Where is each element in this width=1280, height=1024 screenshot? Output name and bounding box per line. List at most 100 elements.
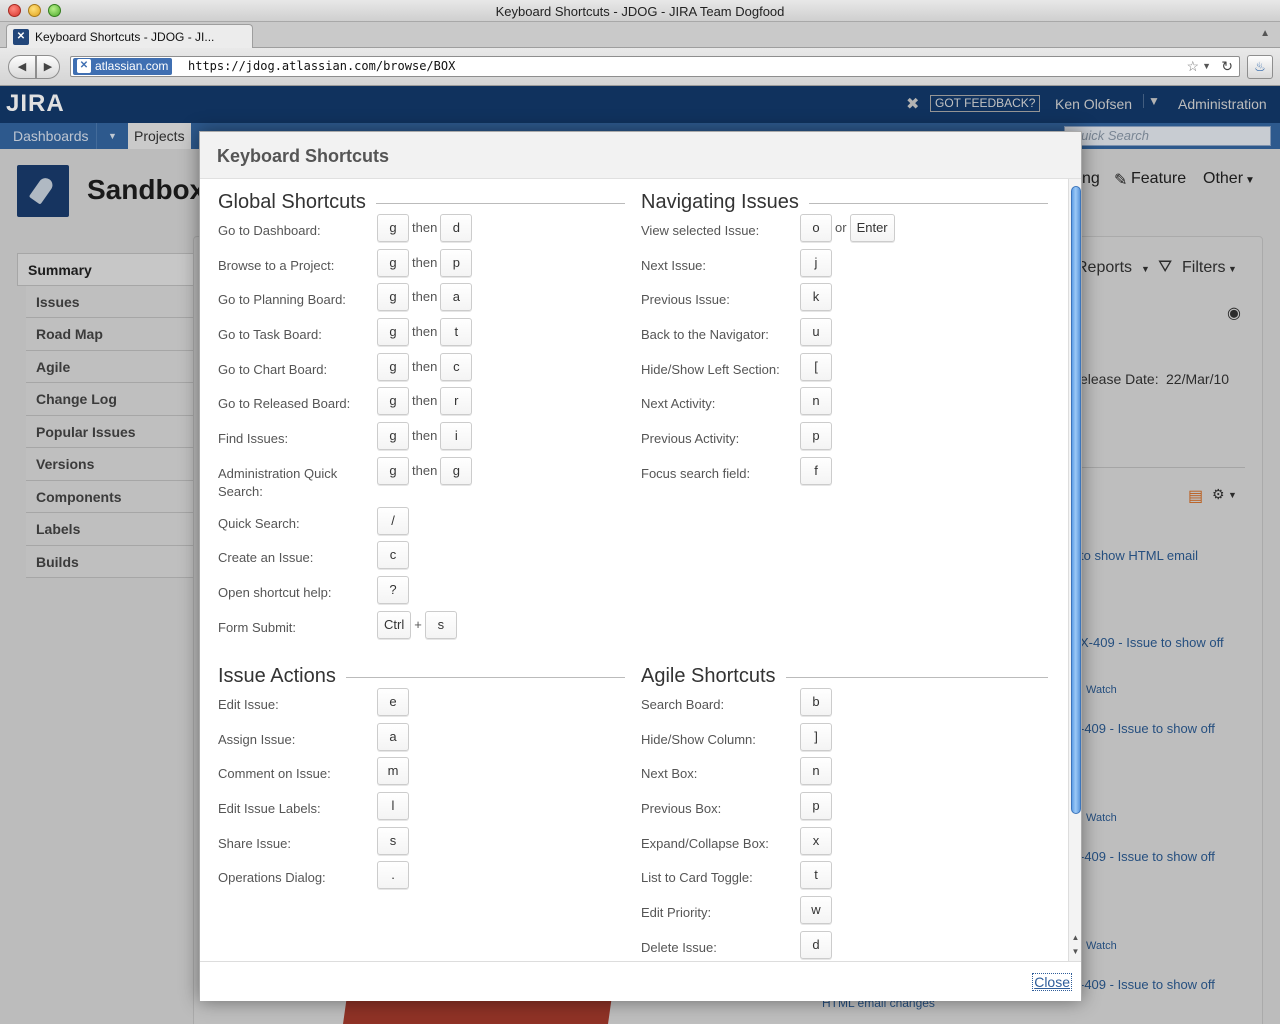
dialog-body[interactable]: Global Shortcuts Go to Dashboard: g then d B… (200, 179, 1068, 962)
url-text[interactable]: https://jdog.atlassian.com/browse/BOX (188, 59, 455, 73)
shortcut-label: Edit Priority: (641, 905, 712, 920)
forward-button[interactable]: ▶ (36, 55, 60, 79)
shortcut-keys: g then d (377, 214, 473, 242)
shortcut-label: Go to Released Board: (218, 396, 351, 411)
keycap: c (377, 541, 409, 569)
shortcut-keys: b (800, 688, 832, 716)
dialog-footer: Close (200, 961, 1081, 1001)
shortcut-keys: p (800, 422, 832, 450)
keycap: j (800, 249, 832, 277)
shortcut-keys: [ (800, 353, 832, 381)
star-icon[interactable]: ☆ (1186, 58, 1199, 75)
shortcut-keys: g then a (377, 283, 473, 311)
shortcut-keys: g then p (377, 249, 473, 277)
keycap: p (800, 422, 832, 450)
shortcut-label: Administration Quick Search: (218, 466, 338, 499)
shortcut-label: Back to the Navigator: (641, 327, 769, 342)
window-titlebar: Keyboard Shortcuts - JDOG - JIRA Team Do… (0, 0, 1280, 22)
keycap: i (440, 422, 473, 450)
url-history-dropdown-icon[interactable]: ▼ (1202, 61, 1211, 71)
back-button[interactable]: ◀ (8, 55, 36, 79)
keycap: . (377, 861, 409, 889)
shortcut-keys: l (377, 792, 409, 820)
shortcut-keys: o or Enter (800, 214, 895, 242)
shortcut-label: Expand/Collapse Box: (641, 836, 769, 851)
keycap: k (800, 283, 832, 311)
shortcut-label: Hide/Show Column: (641, 732, 756, 747)
keycap: p (440, 249, 473, 277)
shortcut-label: Edit Issue Labels: (218, 801, 321, 816)
tab-label: Keyboard Shortcuts - JDOG - JI... (35, 30, 215, 44)
jira-favicon-icon: ✕ (13, 29, 29, 45)
shortcut-keys: u (800, 318, 832, 346)
extension-button[interactable]: ♨ (1247, 55, 1273, 79)
keycap: c (440, 353, 473, 381)
keycap: e (377, 688, 409, 716)
keycap: [ (800, 353, 832, 381)
shortcut-label: Next Box: (641, 766, 698, 781)
site-favicon-icon: ✕ (77, 59, 91, 73)
scroll-down-arrow-icon[interactable]: ▼ (1070, 946, 1081, 958)
shortcut-label: Form Submit: (218, 620, 297, 635)
keycap: g (377, 387, 409, 415)
shortcut-keys: g then r (377, 387, 473, 415)
keycap: g (377, 457, 409, 485)
section-title: Issue Actions (218, 665, 346, 688)
scroll-up-arrow-icon[interactable]: ▲ (1070, 932, 1081, 944)
shortcut-label: Next Activity: (641, 396, 716, 411)
key-joiner: or (835, 220, 847, 235)
agile-shortcuts-section: Agile Shortcuts Search Board: b Hide/Show … (641, 665, 1048, 959)
shortcut-keys: s (377, 827, 409, 855)
keyboard-shortcuts-dialog: Keyboard Shortcuts Global Shortcuts Go t… (199, 131, 1082, 1001)
shortcut-keys: j (800, 249, 832, 277)
section-title: Navigating Issues (641, 191, 809, 214)
keycap: g (377, 353, 409, 381)
address-bar[interactable]: ✕ atlassian.com https://jdog.atlassian.c… (70, 56, 1240, 77)
shortcut-label: Go to Chart Board: (218, 362, 328, 377)
dialog-scrollbar[interactable]: ▲ ▼ (1068, 179, 1081, 961)
issue-actions-section: Issue Actions Edit Issue: e Assign Issue: a… (218, 665, 625, 889)
site-identity-button[interactable]: ✕ atlassian.com (73, 58, 173, 75)
keycap: s (377, 827, 409, 855)
shortcut-label: Delete Issue: (641, 940, 717, 955)
keycap: o (800, 214, 832, 242)
keycap: g (377, 318, 409, 346)
section-title: Agile Shortcuts (641, 665, 786, 688)
keycap: g (377, 283, 409, 311)
reload-icon[interactable]: ↻ (1221, 58, 1233, 75)
shortcut-keys: a (377, 723, 409, 751)
shortcut-keys: n (800, 757, 832, 785)
shortcut-keys: ? (377, 576, 409, 604)
keycap: p (800, 792, 832, 820)
shortcut-label: Go to Dashboard: (218, 223, 321, 238)
shortcut-label: Search Board: (641, 697, 725, 712)
shortcut-label: Next Issue: (641, 258, 707, 273)
keycap: g (440, 457, 473, 485)
shortcut-label: Quick Search: (218, 516, 300, 531)
window-title: Keyboard Shortcuts - JDOG - JIRA Team Do… (495, 4, 785, 19)
shortcut-keys: p (800, 792, 832, 820)
section-title: Global Shortcuts (218, 191, 376, 214)
shortcut-label: Open shortcut help: (218, 585, 332, 600)
shortcut-keys: n (800, 387, 832, 415)
browser-tabbar: ✕ Keyboard Shortcuts - JDOG - JI... ▲ (0, 22, 1280, 48)
keycap: a (377, 723, 409, 751)
keycap: x (800, 827, 832, 855)
close-button[interactable]: Close (1032, 973, 1072, 991)
keycap: t (440, 318, 473, 346)
shortcut-keys: m (377, 757, 409, 785)
browser-tab[interactable]: ✕ Keyboard Shortcuts - JDOG - JI... (6, 24, 253, 48)
tab-list-chevron-icon[interactable]: ▲ (1260, 28, 1270, 39)
shortcut-keys: t (800, 861, 832, 889)
shortcut-keys: Ctrl + s (377, 611, 457, 639)
shortcut-label: Edit Issue: (218, 697, 279, 712)
global-shortcuts-section: Global Shortcuts Go to Dashboard: g then d B… (218, 191, 625, 639)
key-joiner: then (412, 220, 438, 235)
keycap: / (377, 507, 409, 535)
keycap: d (440, 214, 473, 242)
scrollbar-thumb[interactable] (1071, 186, 1081, 814)
shortcut-label: Browse to a Project: (218, 258, 335, 273)
back-arrow-icon: ◀ (17, 61, 27, 73)
keycap: w (800, 896, 832, 924)
keycap: s (424, 611, 457, 639)
